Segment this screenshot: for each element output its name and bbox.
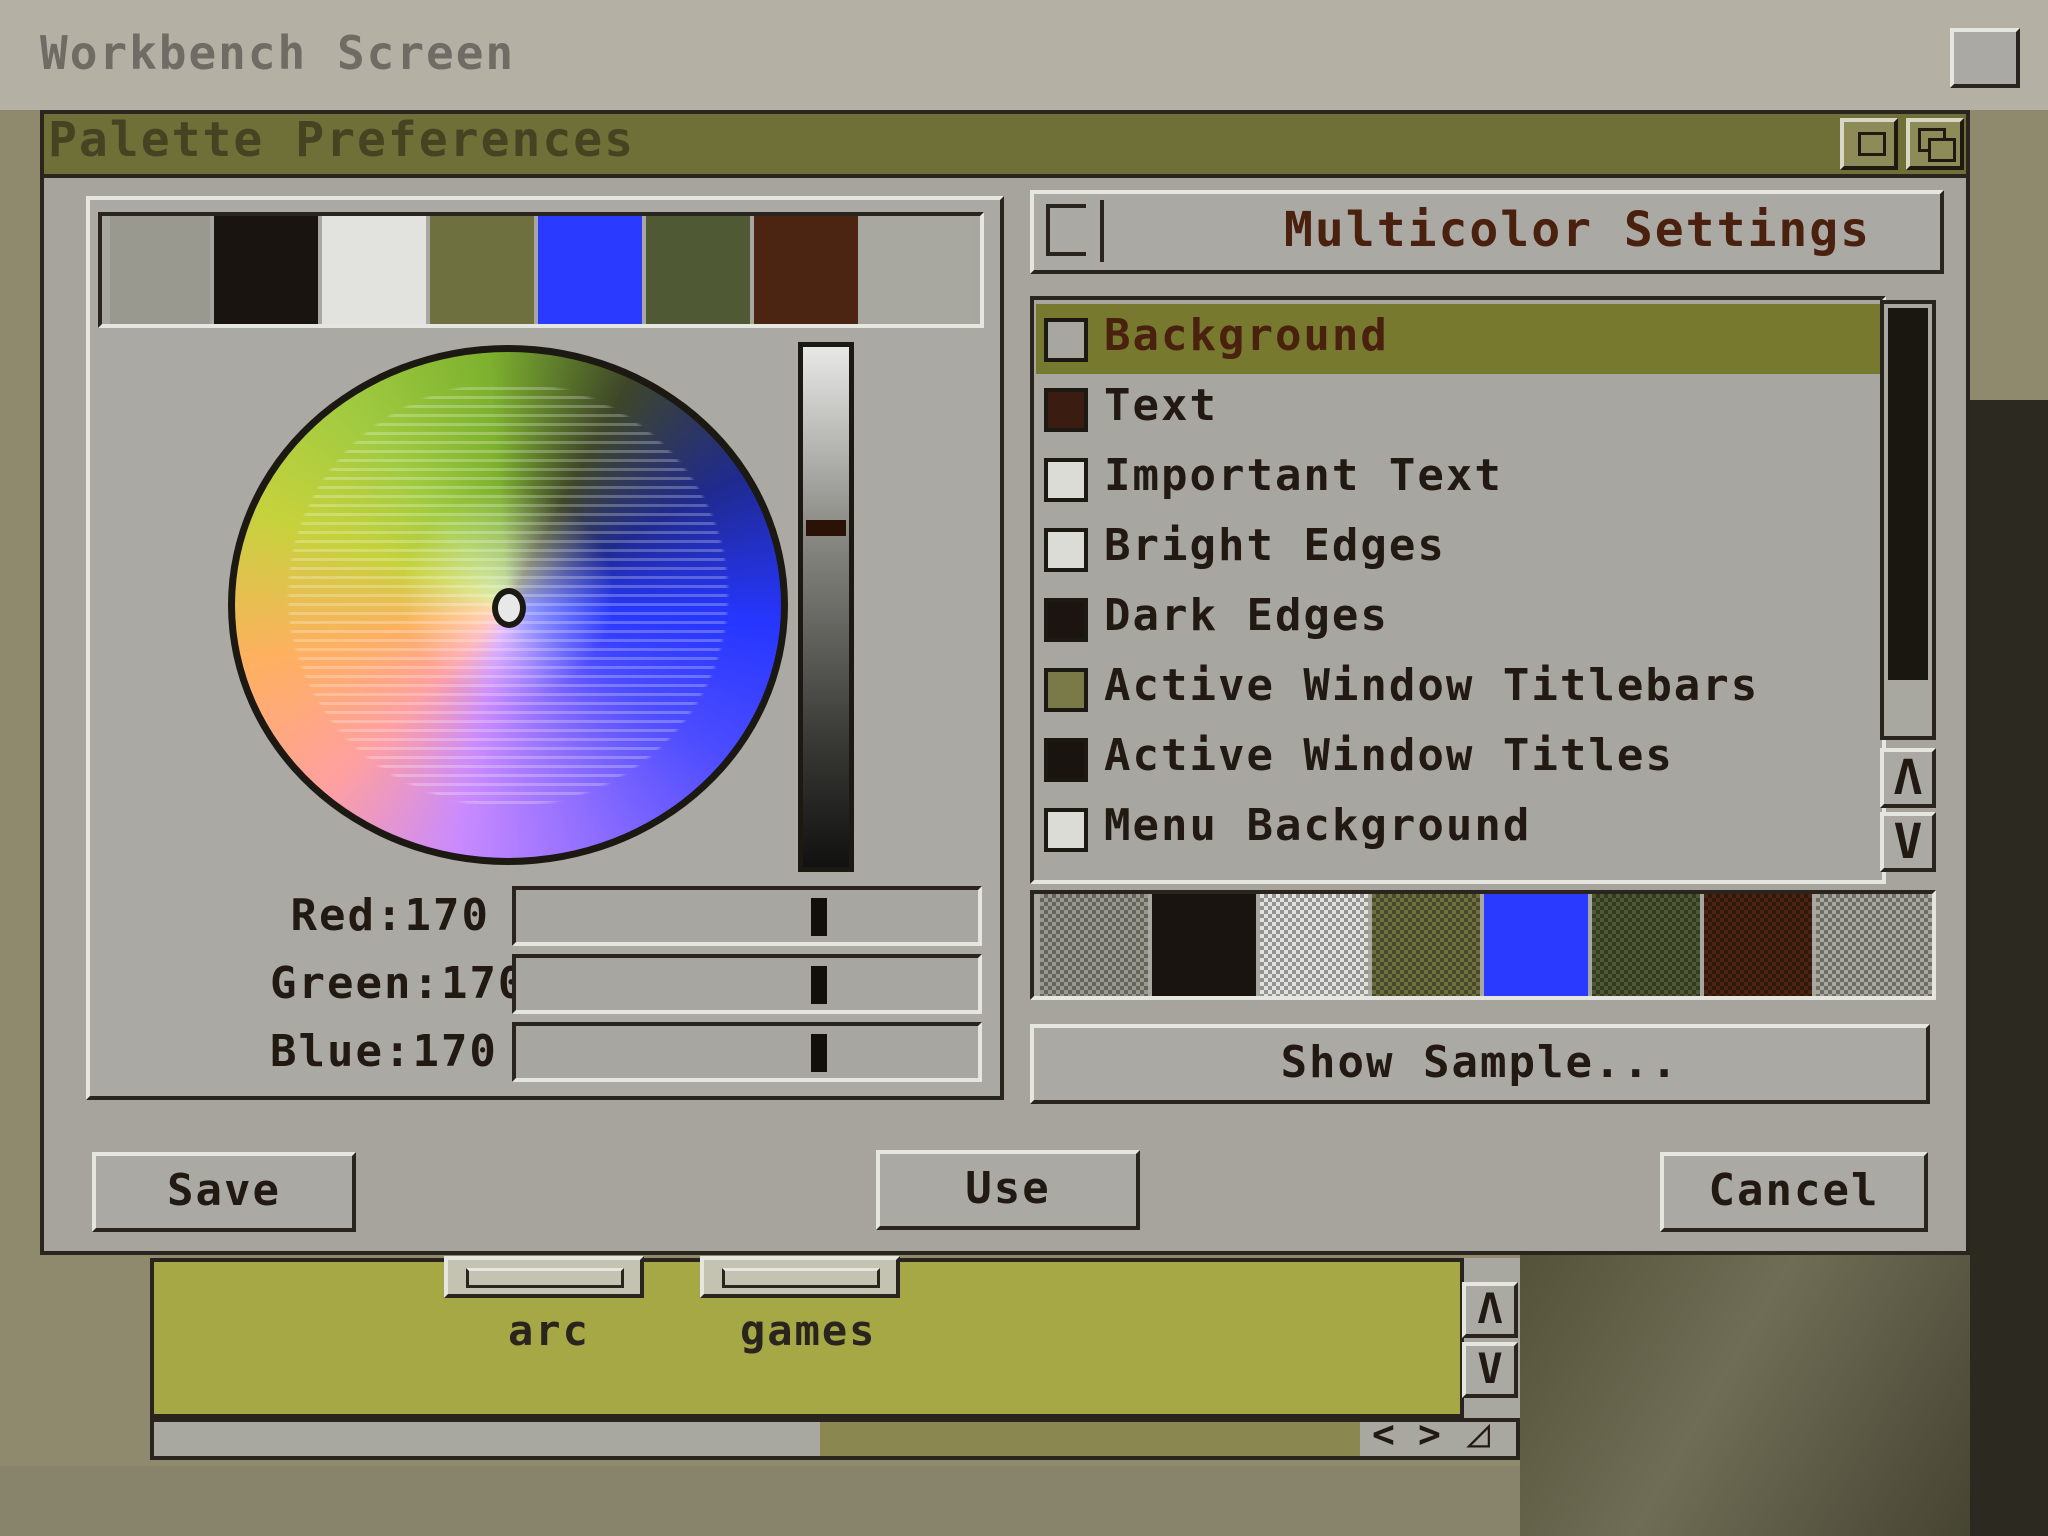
window-title: Palette Preferences [48,112,636,168]
cycle-divider [1100,200,1104,262]
multicolor-swatch[interactable] [1372,894,1480,996]
red-slider[interactable] [512,886,982,946]
zoom-icon [1858,132,1886,156]
multicolor-settings-cycle[interactable]: Multicolor Settings [1030,190,1944,274]
color-list-label: Dark Edges [1104,590,1389,641]
multicolor-swatch-strip [1030,890,1936,1000]
palette-swatch[interactable] [322,216,426,324]
resize-icon[interactable]: ◿ [1466,1410,1492,1456]
color-list-swatch [1044,738,1088,782]
color-list-item[interactable]: Dark Edges [1036,584,1884,654]
color-list-item[interactable]: Bright Edges [1036,514,1884,584]
palette-swatch[interactable] [646,216,750,324]
games-icon-label[interactable]: games [740,1306,876,1355]
brightness-slider-knob[interactable] [806,520,846,536]
arrow-up-icon: Λ [1477,1284,1503,1333]
screen-depth-gadget[interactable] [1950,28,2020,88]
cycle-icon [1046,204,1086,256]
green-label: Green:170 [270,958,527,1009]
color-list-label: Bright Edges [1104,520,1446,571]
screen-title: Workbench Screen [40,26,516,80]
multicolor-swatch[interactable] [1592,894,1700,996]
drawer-hscroll-knob[interactable] [820,1422,1360,1456]
drawer-icon-graphic [722,1268,880,1288]
color-wheel-knob[interactable] [492,588,526,628]
show-sample-button[interactable]: Show Sample... [1030,1024,1930,1104]
brightness-slider[interactable] [798,342,854,872]
arc-drawer-icon[interactable] [444,1256,644,1298]
drawer-scroll-up-button[interactable]: Λ [1462,1282,1518,1338]
screen-edge [1970,400,2048,1536]
color-list-swatch [1044,528,1088,572]
color-list-item[interactable]: Important Text [1036,444,1884,514]
color-list-label: Background [1104,310,1389,361]
color-list-swatch [1044,598,1088,642]
list-scroll-down-button[interactable]: V [1880,812,1936,872]
color-list-swatch [1044,808,1088,852]
arc-icon-label[interactable]: arc [508,1306,590,1355]
color-list-swatch [1044,668,1088,712]
scroll-left-icon[interactable]: < [1372,1412,1397,1456]
color-list-item[interactable]: Text [1036,374,1884,444]
scroll-right-icon[interactable]: > [1418,1412,1443,1456]
color-list-scroll-knob[interactable] [1888,308,1928,680]
save-button[interactable]: Save [92,1152,356,1232]
drawer-icon-graphic [466,1268,624,1288]
color-list-swatch [1044,458,1088,502]
color-list-label: Text [1104,380,1218,431]
palette-swatch-strip [98,212,984,328]
green-slider[interactable] [512,954,982,1014]
blue-slider[interactable] [512,1022,982,1082]
games-drawer-icon[interactable] [700,1256,900,1298]
color-list-swatch [1044,388,1088,432]
multicolor-swatch[interactable] [1040,894,1148,996]
multicolor-swatch[interactable] [1260,894,1368,996]
palette-swatch[interactable] [538,216,642,324]
cancel-button[interactable]: Cancel [1660,1152,1928,1232]
color-list-item[interactable]: Background [1036,304,1884,374]
red-slider-knob[interactable] [811,898,827,936]
color-list-label: Active Window Titles [1104,730,1674,781]
depth-icon-front [1928,138,1956,162]
zoom-gadget[interactable] [1840,118,1898,170]
color-list-label: Important Text [1104,450,1503,501]
palette-swatch[interactable] [430,216,534,324]
multicolor-swatch[interactable] [1152,894,1256,996]
multicolor-swatch[interactable] [1704,894,1812,996]
green-slider-knob[interactable] [811,966,827,1004]
arrow-down-icon: V [1477,1344,1503,1393]
color-list-item[interactable]: Menu Background [1036,794,1884,864]
multicolor-swatch[interactable] [1484,894,1588,996]
multicolor-swatch[interactable] [1816,894,1932,996]
depth-gadget[interactable] [1906,118,1964,170]
palette-swatch[interactable] [214,216,318,324]
palette-swatch[interactable] [754,216,858,324]
blue-label: Blue:170 [270,1026,498,1077]
blue-slider-knob[interactable] [811,1034,827,1072]
color-list-label: Active Window Titlebars [1104,660,1760,711]
color-list-item[interactable]: Active Window Titles [1036,724,1884,794]
drawer-scroll-down-button[interactable]: V [1462,1342,1518,1398]
list-scroll-up-button[interactable]: Λ [1880,748,1936,808]
red-label: Red:170 [290,890,490,941]
color-list-label: Menu Background [1104,800,1532,851]
use-button[interactable]: Use [876,1150,1140,1230]
multicolor-settings-title: Multicolor Settings [1284,202,1872,258]
palette-swatch[interactable] [862,216,972,324]
backdrop-image [1520,1250,2048,1536]
arrow-up-icon: Λ [1893,750,1923,806]
color-list-swatch [1044,318,1088,362]
arrow-down-icon: V [1893,814,1923,870]
color-list-item[interactable]: Active Window Titlebars [1036,654,1884,724]
palette-swatch[interactable] [110,216,210,324]
